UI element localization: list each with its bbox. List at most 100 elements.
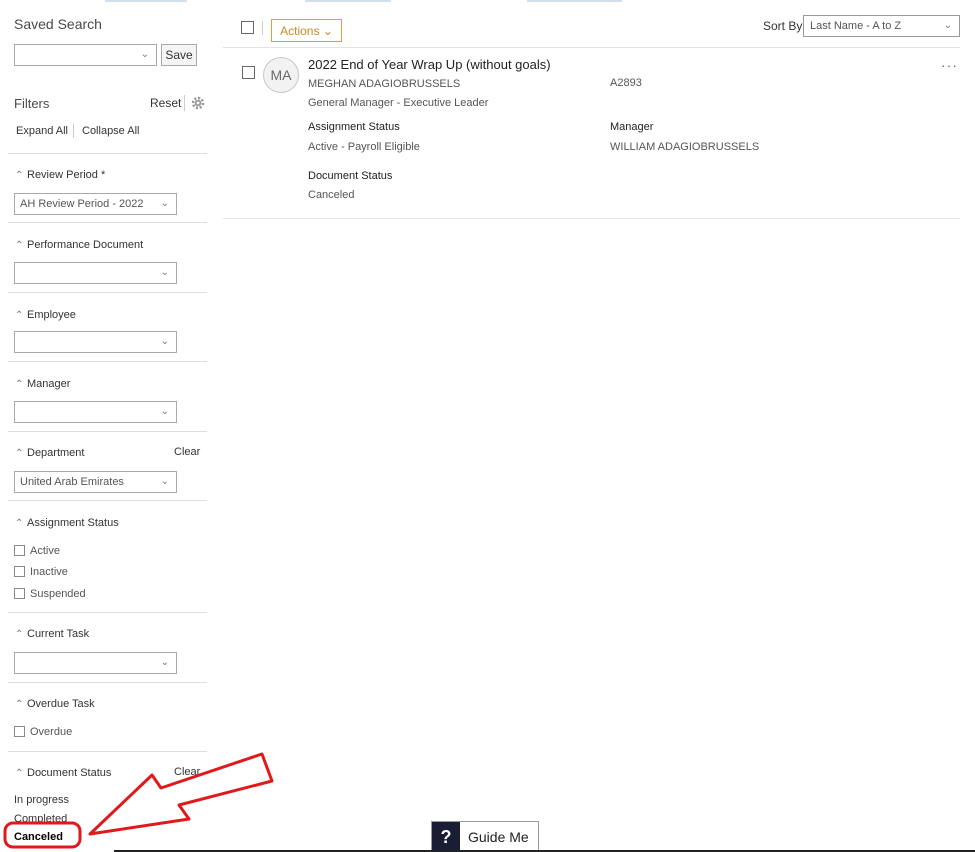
- employee-header[interactable]: ⌃ Employee: [15, 309, 76, 321]
- review-period-label: Review Period *: [27, 169, 106, 181]
- chevron-down-icon: ⌄: [160, 476, 169, 487]
- divider: [8, 431, 207, 432]
- chevron-down-icon: ⌄: [160, 657, 169, 668]
- department-value: United Arab Emirates: [20, 476, 124, 488]
- job-title: General Manager - Executive Leader: [308, 97, 489, 109]
- checkbox[interactable]: [14, 566, 25, 577]
- checkbox[interactable]: [14, 726, 25, 737]
- employee-name: MEGHAN ADAGIOBRUSSELS: [308, 78, 461, 90]
- department-header[interactable]: ⌃ Department: [15, 447, 84, 459]
- overdue-task-header[interactable]: ⌃ Overdue Task: [15, 698, 95, 710]
- assignment-status-option[interactable]: Active: [14, 544, 60, 558]
- department-dropdown[interactable]: United Arab Emirates ⌄: [14, 471, 177, 493]
- actions-button[interactable]: Actions ⌄: [271, 19, 342, 42]
- document-status-option-in-progress[interactable]: In progress: [14, 794, 69, 806]
- sort-by-label: Sort By: [763, 19, 803, 33]
- current-task-label: Current Task: [27, 628, 90, 640]
- divider: [223, 218, 960, 219]
- gear-icon[interactable]: [190, 95, 206, 111]
- divider: [8, 682, 207, 683]
- divider: [223, 47, 960, 48]
- document-status-option-completed[interactable]: Completed: [14, 813, 67, 825]
- assignment-status-option[interactable]: Inactive: [14, 565, 68, 579]
- document-status-label: Document Status: [27, 767, 112, 779]
- review-period-header[interactable]: ⌃ Review Period *: [15, 169, 105, 181]
- top-tab-stub[interactable]: [527, 0, 622, 2]
- chevron-down-icon: ⌄: [322, 23, 333, 38]
- review-period-dropdown[interactable]: AH Review Period - 2022 ⌄: [14, 193, 177, 215]
- performance-document-dropdown[interactable]: ⌄: [14, 262, 177, 284]
- separator: [262, 21, 263, 35]
- chevron-up-icon: ⌃: [15, 629, 24, 640]
- avatar: MA: [263, 57, 299, 93]
- actions-label: Actions: [280, 23, 320, 38]
- chevron-up-icon: ⌃: [15, 518, 24, 529]
- collapse-all-link[interactable]: Collapse All: [82, 125, 139, 137]
- manager-label: Manager: [27, 378, 71, 390]
- manager-dropdown[interactable]: ⌄: [14, 401, 177, 423]
- overdue-task-option[interactable]: Overdue: [14, 725, 72, 739]
- saved-search-dropdown[interactable]: ⌄: [14, 44, 157, 66]
- document-status-option-canceled[interactable]: Canceled: [14, 831, 63, 843]
- performance-document-label: Performance Document: [27, 239, 144, 251]
- saved-search-title: Saved Search: [14, 16, 102, 32]
- row-checkbox[interactable]: [242, 66, 255, 79]
- chevron-down-icon: ⌄: [140, 49, 149, 60]
- chevron-down-icon: ⌄: [160, 406, 169, 417]
- divider: [8, 222, 207, 223]
- divider: [8, 292, 207, 293]
- select-all-checkbox[interactable]: [241, 21, 254, 34]
- chevron-down-icon: ⌄: [160, 267, 169, 278]
- sort-by-dropdown[interactable]: Last Name - A to Z ⌄: [803, 15, 960, 37]
- chevron-down-icon: ⌄: [943, 20, 952, 31]
- current-task-header[interactable]: ⌃ Current Task: [15, 628, 89, 640]
- divider: [8, 751, 207, 752]
- chevron-up-icon: ⌃: [15, 448, 24, 459]
- checkbox[interactable]: [14, 545, 25, 556]
- department-clear-link[interactable]: Clear: [174, 446, 200, 458]
- current-task-dropdown[interactable]: ⌄: [14, 652, 177, 674]
- filters-title: Filters: [14, 96, 50, 111]
- document-title-link[interactable]: 2022 End of Year Wrap Up (without goals): [308, 57, 551, 72]
- assignment-status-label: Assignment Status: [27, 517, 119, 529]
- divider: [8, 500, 207, 501]
- performance-document-header[interactable]: ⌃ Performance Document: [15, 239, 143, 251]
- document-status-label: Document Status: [308, 170, 393, 182]
- chevron-up-icon: ⌃: [15, 768, 24, 779]
- divider: [8, 361, 207, 362]
- option-label: Overdue: [30, 726, 73, 738]
- chevron-up-icon: ⌃: [15, 240, 24, 251]
- document-status-clear-link[interactable]: Clear: [174, 766, 200, 778]
- employee-label: Employee: [27, 309, 76, 321]
- assignment-status-value: Active - Payroll Eligible: [308, 141, 420, 153]
- more-options-icon[interactable]: ···: [941, 58, 958, 72]
- divider: [8, 153, 207, 154]
- option-label: Active: [30, 545, 60, 557]
- chevron-down-icon: ⌄: [160, 336, 169, 347]
- assignment-status-option[interactable]: Suspended: [14, 587, 86, 601]
- guide-me-button[interactable]: ? Guide Me: [431, 821, 539, 852]
- chevron-up-icon: ⌃: [15, 699, 24, 710]
- employee-id: A2893: [610, 77, 642, 89]
- filters-sidebar: Saved Search ⌄ Save Filters Reset Expand…: [0, 0, 207, 852]
- reset-link[interactable]: Reset: [150, 96, 181, 110]
- chevron-down-icon: ⌄: [160, 198, 169, 209]
- sort-by-value: Last Name - A to Z: [810, 20, 902, 32]
- save-button[interactable]: Save: [161, 44, 197, 66]
- document-status-header[interactable]: ⌃ Document Status: [15, 767, 111, 779]
- department-label: Department: [27, 447, 85, 459]
- chevron-up-icon: ⌃: [15, 379, 24, 390]
- assignment-status-label: Assignment Status: [308, 121, 400, 133]
- top-tab-stub[interactable]: [305, 0, 391, 2]
- divider: [8, 612, 207, 613]
- guide-me-label: Guide Me: [468, 829, 529, 845]
- checkbox[interactable]: [14, 588, 25, 599]
- review-period-value: AH Review Period - 2022: [20, 198, 144, 210]
- employee-dropdown[interactable]: ⌄: [14, 331, 177, 353]
- expand-all-link[interactable]: Expand All: [16, 125, 68, 137]
- option-label: Inactive: [30, 566, 68, 578]
- chevron-up-icon: ⌃: [15, 170, 24, 181]
- manager-header[interactable]: ⌃ Manager: [15, 378, 70, 390]
- assignment-status-header[interactable]: ⌃ Assignment Status: [15, 517, 119, 529]
- document-status-value: Canceled: [308, 189, 355, 201]
